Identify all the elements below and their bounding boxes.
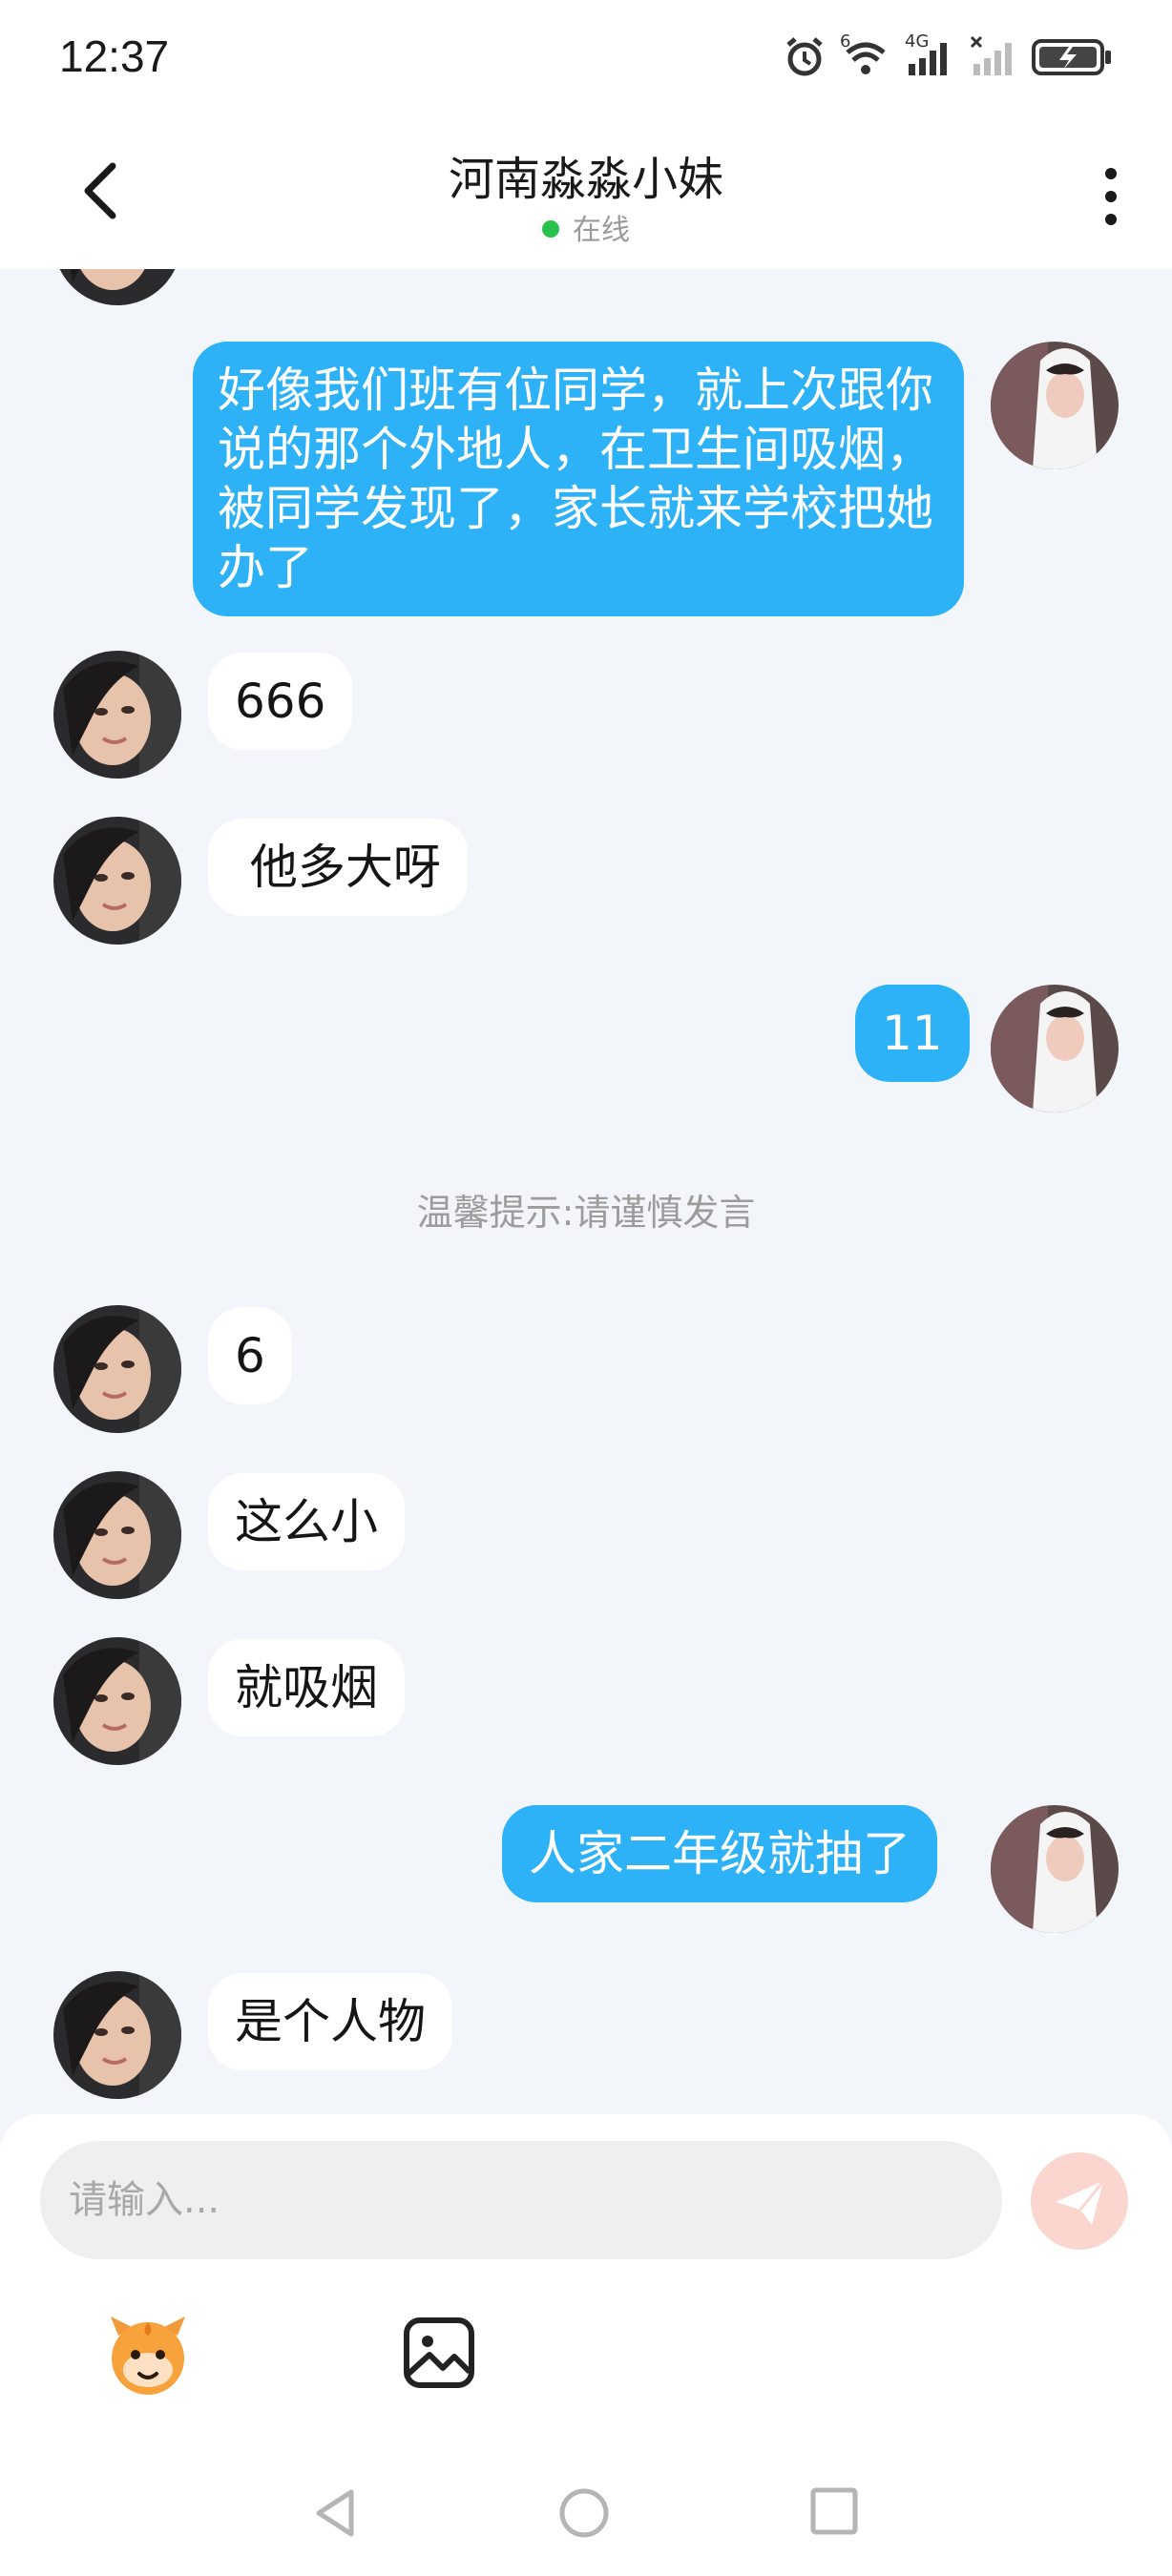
- online-dot-icon: [542, 220, 559, 238]
- nav-home-icon: [559, 2488, 609, 2538]
- image-button[interactable]: [401, 2315, 477, 2391]
- image-icon: [404, 2317, 474, 2388]
- user-avatar[interactable]: [991, 1805, 1119, 1933]
- message-bubble-incoming[interactable]: 他多大呀: [208, 819, 468, 916]
- wifi-icon: 6: [840, 31, 891, 79]
- message-bubble-incoming[interactable]: 这么小: [208, 1473, 405, 1570]
- message-input[interactable]: 请输入...: [40, 2141, 1002, 2259]
- message-bubble-incoming[interactable]: 就吸烟: [208, 1639, 405, 1736]
- contact-name: 河南淼淼小妹: [448, 153, 723, 206]
- contact-avatar[interactable]: [53, 1637, 181, 1765]
- alarm-icon: [786, 37, 823, 76]
- user-avatar[interactable]: [991, 342, 1119, 469]
- send-button[interactable]: [1031, 2152, 1128, 2250]
- contact-avatar[interactable]: [53, 1471, 181, 1599]
- nav-home-button[interactable]: [557, 2486, 611, 2540]
- online-status-label: 在线: [573, 214, 630, 247]
- online-status: 在线: [0, 206, 1172, 248]
- message-bubble-incoming[interactable]: 是个人物: [208, 1973, 452, 2070]
- contact-avatar[interactable]: [53, 1971, 181, 2099]
- contact-avatar[interactable]: [53, 1305, 181, 1433]
- message-bubble-incoming[interactable]: 6: [208, 1307, 292, 1404]
- message-list[interactable]: 好像我们班有位同学，就上次跟你说的那个外地人，在卫生间吸烟，被同学发现了，家长就…: [0, 269, 1172, 2116]
- emoji-sticker-icon: [111, 2316, 185, 2395]
- more-vertical-icon: [1105, 168, 1117, 225]
- contact-avatar[interactable]: [53, 817, 181, 945]
- emoji-button[interactable]: [101, 2307, 195, 2400]
- user-avatar[interactable]: [991, 985, 1119, 1112]
- message-bubble-incoming[interactable]: 666: [208, 653, 353, 750]
- chat-header: 河南淼淼小妹 在线: [0, 114, 1172, 269]
- network-label: 4G: [905, 31, 930, 52]
- safety-tip: 温馨提示:请谨慎发言: [416, 1192, 756, 1234]
- signal-off-icon: [970, 35, 1012, 75]
- battery-icon: [1032, 39, 1111, 75]
- status-icons: 6 4G: [783, 29, 1113, 86]
- more-button[interactable]: [1092, 164, 1130, 231]
- nav-back-icon: [316, 2489, 354, 2537]
- contact-avatar[interactable]: [53, 651, 181, 779]
- nav-back-button[interactable]: [309, 2486, 363, 2540]
- message-bubble-outgoing[interactable]: 好像我们班有位同学，就上次跟你说的那个外地人，在卫生间吸烟，被同学发现了，家长就…: [193, 342, 964, 616]
- signal-icon: 4G: [905, 31, 956, 79]
- nav-recents-icon: [810, 2487, 858, 2535]
- message-bubble-outgoing[interactable]: 人家二年级就抽了: [502, 1805, 937, 1902]
- sim-label: 6: [840, 31, 851, 52]
- nav-recents-button[interactable]: [809, 2486, 859, 2536]
- send-icon: [1056, 2180, 1105, 2225]
- system-nav-bar: [0, 2439, 1172, 2576]
- status-bar: 12:37 6 4G: [0, 0, 1172, 114]
- contact-avatar[interactable]: [53, 269, 181, 305]
- status-time: 12:37: [59, 31, 170, 81]
- message-bubble-outgoing[interactable]: 11: [855, 985, 970, 1082]
